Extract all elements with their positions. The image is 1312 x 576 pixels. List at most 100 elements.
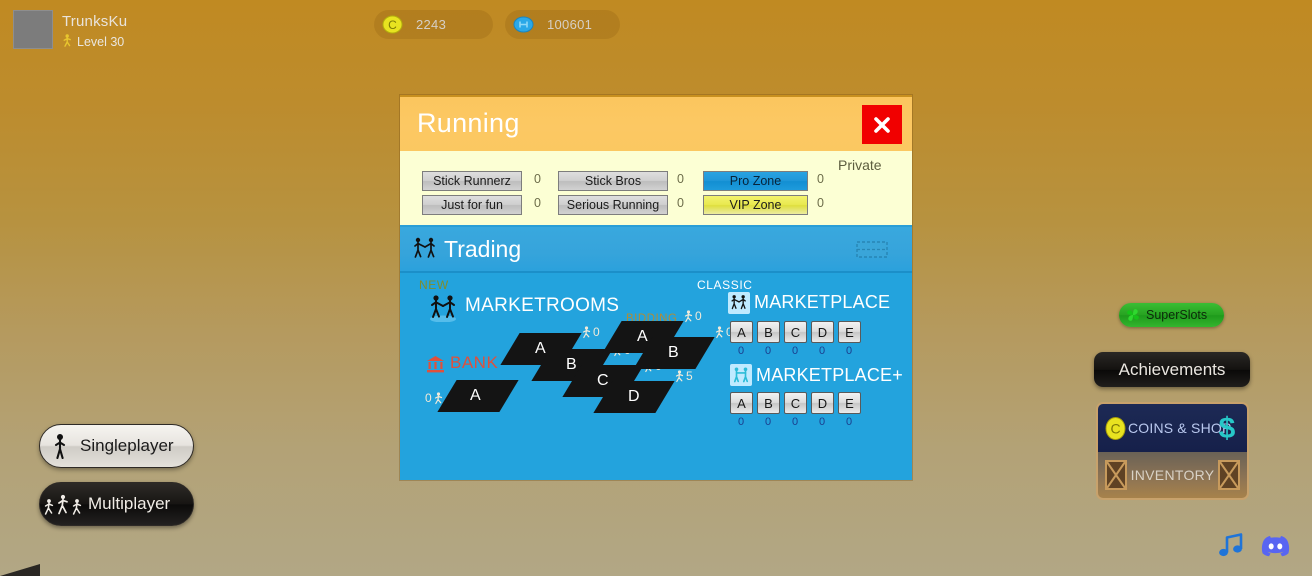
marketplace-slot-b[interactable]: B (757, 321, 780, 343)
player-name: TrunksKu (62, 13, 128, 30)
marketplace-plus-title: MARKETPLACE+ (756, 365, 903, 385)
modal-header: Running (400, 95, 912, 151)
room-button-just-for-fun[interactable]: Just for fun (422, 195, 522, 215)
gems-value: 100601 (547, 17, 593, 32)
tile-runner-count: 0 (425, 391, 443, 405)
room-count-vip-zone: 0 (817, 196, 824, 210)
inventory-button[interactable]: INVENTORY (1098, 452, 1247, 498)
marketplace-slot-c-count: 0 (792, 345, 799, 357)
gem-icon (513, 16, 534, 33)
singleplayer-button[interactable]: Singleplayer (39, 424, 194, 468)
achievements-button[interactable]: Achievements (1094, 352, 1250, 387)
marketplace-slot-e-count: 0 (846, 345, 853, 357)
room-button-stick-runnerz[interactable]: Stick Runnerz (422, 171, 522, 191)
room-button-stick-bros[interactable]: Stick Bros (558, 171, 668, 191)
marketplace-plus-slot-b[interactable]: B (757, 392, 780, 414)
svg-text:C: C (1110, 420, 1120, 436)
multiplayer-label: Multiplayer (88, 494, 171, 513)
currency-coins[interactable]: C 2243 (374, 10, 493, 39)
marketplace-plus-slot-d[interactable]: D (811, 392, 834, 414)
marketplace-title: MARKETPLACE (754, 292, 891, 312)
crate-icon (1105, 460, 1127, 490)
marketrooms-tag: NEW (419, 278, 449, 292)
rooms-section: Stick Runnerz 0 Just for fun 0 Stick Bro… (400, 151, 912, 227)
corner-notch (0, 564, 40, 576)
coin-icon: C (1105, 416, 1126, 440)
bank-label: BANK (450, 353, 499, 372)
inventory-label: INVENTORY (1130, 467, 1215, 483)
three-stick-figures-icon (40, 492, 88, 516)
coins-shop-button[interactable]: C COINS & SHOP $ (1098, 404, 1247, 452)
room-count-serious-running: 0 (677, 196, 684, 210)
marketplace-slot-b-count: 0 (765, 345, 772, 357)
tile-letter: B (566, 356, 577, 373)
marketplace-plus-slot-a-count: 0 (738, 416, 745, 428)
discord-icon[interactable] (1259, 529, 1292, 562)
room-count-pro-zone: 0 (817, 172, 824, 186)
dashed-grid-icon[interactable] (856, 241, 888, 258)
dollar-icon: $ (1219, 412, 1236, 444)
marketplace-slot-c[interactable]: C (784, 321, 807, 343)
tile-runner-count: 5 (675, 369, 693, 383)
private-label: Private (838, 157, 882, 173)
bank-icon (427, 356, 444, 373)
handshake-icon (430, 295, 456, 322)
marketrooms-title: MARKETROOMS (465, 295, 620, 316)
achievements-label: Achievements (1118, 359, 1226, 379)
superslots-label: SuperSlots (1146, 308, 1208, 322)
avatar[interactable] (13, 10, 53, 49)
stick-figure-icon (63, 34, 71, 47)
marketplace-slot-e[interactable]: E (838, 321, 861, 343)
svg-text:C: C (388, 18, 397, 32)
close-x-glyph (874, 116, 890, 133)
marketplace-slot-d-count: 0 (819, 345, 826, 357)
handshake-icon (414, 237, 435, 258)
coins-shop-label: COINS & SHOP (1128, 420, 1232, 436)
crate-icon (1218, 460, 1240, 490)
trading-title: Trading (444, 236, 522, 262)
marketplace-slot-a[interactable]: A (730, 321, 753, 343)
room-count-stick-bros: 0 (677, 172, 684, 186)
tile-letter: A (637, 328, 648, 345)
coins-value: 2243 (416, 17, 447, 32)
marketplace-tag: CLASSIC (697, 278, 753, 292)
runner-icon (684, 309, 693, 322)
tile-letter: B (668, 344, 679, 361)
trading-bar: Trading (400, 227, 912, 273)
tile-letter: A (535, 340, 546, 357)
marketplace-slot-a-count: 0 (738, 345, 745, 357)
running-modal: Running Stick Runnerz 0 Just for fun 0 S… (400, 95, 912, 480)
player-level-label: Level 30 (77, 34, 125, 49)
marketplace-plus-icon (730, 364, 752, 386)
player-level: Level 30 (62, 34, 124, 49)
room-button-serious-running[interactable]: Serious Running (558, 195, 668, 215)
svg-text:$: $ (1219, 412, 1236, 444)
multiplayer-button[interactable]: Multiplayer (39, 482, 194, 526)
runner-icon (715, 325, 724, 338)
page-title: Running (417, 108, 520, 138)
tile-letter: A (470, 387, 481, 404)
tile-letter: C (597, 372, 609, 389)
marketplace-plus-slot-e-count: 0 (846, 416, 853, 428)
room-count-just-for-fun: 0 (534, 196, 541, 210)
room-button-pro-zone[interactable]: Pro Zone (703, 171, 808, 191)
runner-icon (675, 369, 684, 382)
superslots-button[interactable]: SuperSlots (1119, 303, 1224, 327)
marketplace-plus-slot-c-count: 0 (792, 416, 799, 428)
runner-icon (582, 325, 591, 338)
handshake-icon (728, 292, 750, 314)
trading-body: NEW MARKETROOMS BIDDING BANK A 0 A 0 B C… (400, 273, 912, 480)
runner-icon (434, 391, 442, 404)
music-note-icon[interactable] (1216, 530, 1246, 560)
tile-runner-count: 0 (582, 325, 600, 339)
marketplace-plus-slot-b-count: 0 (765, 416, 772, 428)
marketplace-plus-slot-c[interactable]: C (784, 392, 807, 414)
marketplace-plus-slot-e[interactable]: E (838, 392, 861, 414)
marketplace-plus-slot-a[interactable]: A (730, 392, 753, 414)
currency-gems[interactable]: 100601 (505, 10, 620, 39)
coin-icon: C (382, 15, 403, 34)
marketplace-slot-d[interactable]: D (811, 321, 834, 343)
close-icon[interactable] (862, 105, 902, 144)
top-bar: TrunksKu Level 30 C 2243 100601 (0, 0, 1312, 50)
room-button-vip-zone[interactable]: VIP Zone (703, 195, 808, 215)
